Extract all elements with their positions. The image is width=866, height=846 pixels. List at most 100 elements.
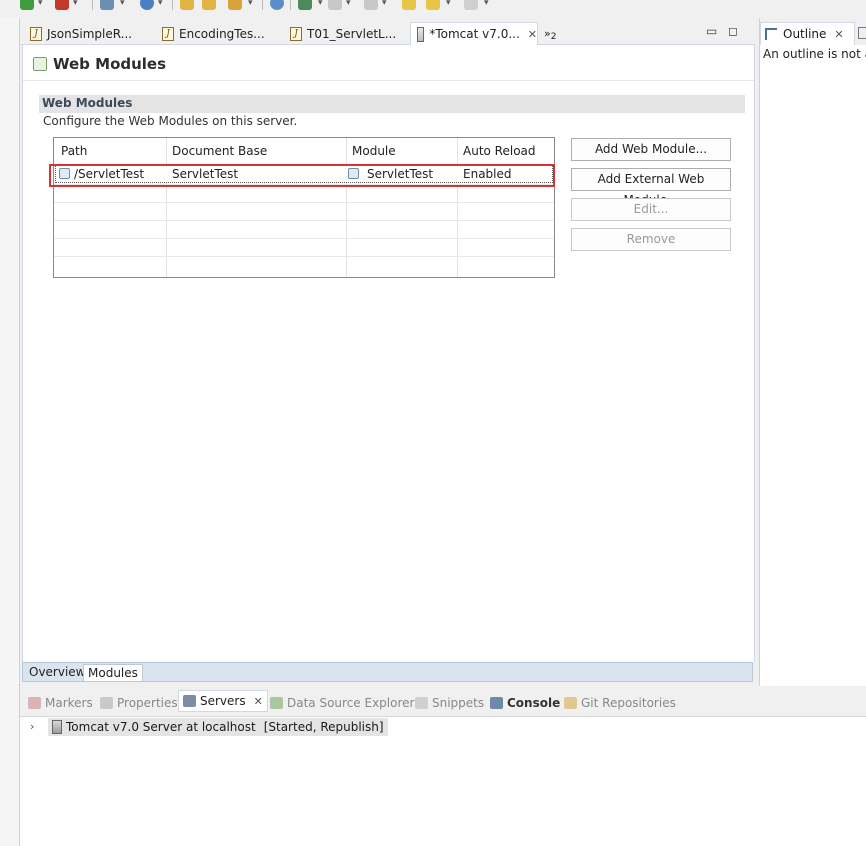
forward-dropdown-icon[interactable]: ▾	[484, 0, 489, 8]
back-history-icon[interactable]	[426, 0, 440, 10]
tab-servers-label: Servers	[200, 694, 246, 708]
outline-tab-bar: Outline ✕	[760, 18, 866, 45]
server-icon	[52, 720, 62, 734]
bottom-view-tabs: Markers Properties Servers ✕ Data Source…	[20, 688, 866, 716]
console-icon	[490, 697, 503, 709]
tab-servers[interactable]: Servers ✕	[178, 690, 268, 712]
java-file-icon: J	[290, 26, 302, 41]
column-header-document-base[interactable]: Document Base	[172, 144, 267, 158]
row-divider	[54, 256, 554, 257]
outline-view: Outline ✕ An outline is not av	[759, 18, 866, 686]
section-description: Configure the Web Modules on this server…	[43, 114, 298, 128]
snippets-icon	[415, 697, 428, 709]
toolbar-separator	[290, 0, 291, 10]
toolbar-separator	[262, 0, 263, 10]
server-tree-item[interactable]: Tomcat v7.0 Server at localhost [Started…	[48, 718, 388, 736]
last-edit-dropdown-icon[interactable]: ▾	[382, 0, 387, 8]
tab-outline[interactable]: Outline ✕	[760, 22, 855, 45]
properties-icon	[100, 697, 113, 709]
markers-icon	[28, 697, 41, 709]
last-edit-icon[interactable]	[364, 0, 378, 10]
outline-tab-label: Outline	[783, 27, 827, 41]
tab-console[interactable]: Console	[490, 694, 560, 712]
editor-tab-t01-servlet[interactable]: J T01_ServletL...	[284, 22, 412, 45]
pin-icon[interactable]	[228, 0, 242, 10]
prev-annotation-icon[interactable]	[328, 0, 342, 10]
column-divider	[346, 138, 347, 277]
maximize-icon[interactable]: ◻	[728, 24, 738, 38]
section-header[interactable]: Web Modules	[39, 95, 745, 113]
next-annotation-icon[interactable]	[298, 0, 312, 10]
globe-icon[interactable]	[270, 0, 284, 10]
java-file-icon: J	[30, 26, 42, 41]
web-service-dropdown-icon[interactable]: ▾	[158, 0, 163, 8]
tab-snippets[interactable]: Snippets	[415, 694, 484, 712]
open-folder-icon[interactable]	[180, 0, 194, 10]
outline-icon	[765, 28, 777, 40]
tab-overflow-button[interactable]: » 2	[540, 22, 564, 45]
back-dropdown-icon[interactable]: ▾	[446, 0, 451, 8]
close-icon[interactable]: ✕	[528, 28, 537, 41]
column-header-module[interactable]: Module	[352, 144, 396, 158]
git-icon	[564, 697, 577, 709]
pin-dropdown-icon[interactable]: ▾	[248, 0, 253, 8]
tab-markers[interactable]: Markers	[28, 694, 93, 712]
tab-data-source-explorer[interactable]: Data Source Explorer	[270, 694, 414, 712]
tab-properties-label: Properties	[117, 696, 178, 710]
tab-snippets-label: Snippets	[432, 696, 485, 710]
editor-tab-jsonsimple[interactable]: J JsonSimpleR...	[24, 22, 152, 45]
tab-markers-label: Markers	[45, 696, 93, 710]
main-toolbar: ▾ ▾ ▾ ▾ ▾ ▾ ▾ ▾ ▾ ▾	[0, 0, 866, 12]
new-server-icon[interactable]	[100, 0, 114, 10]
task-list-icon[interactable]	[858, 27, 866, 39]
editor-tab-tomcat[interactable]: *Tomcat v7.0... ✕	[410, 22, 538, 45]
editor-tab-label: *Tomcat v7.0...	[429, 27, 520, 41]
debug-icon[interactable]	[55, 0, 69, 10]
editor-tab-encodingtest[interactable]: J EncodingTes...	[156, 22, 284, 45]
prev-annotation-dropdown-icon[interactable]: ▾	[346, 0, 351, 8]
server-name: Tomcat v7.0 Server at localhost	[66, 720, 256, 734]
datasource-icon	[270, 697, 283, 709]
next-annotation-dropdown-icon[interactable]: ▾	[318, 0, 323, 8]
tab-data-source-label: Data Source Explorer	[287, 696, 415, 710]
server-status: [Started, Republish]	[263, 720, 384, 734]
java-file-icon: J	[162, 26, 174, 41]
web-service-icon[interactable]	[140, 0, 154, 10]
tab-modules[interactable]: Modules	[83, 664, 143, 681]
close-icon[interactable]: ✕	[834, 28, 843, 41]
new-server-dropdown-icon[interactable]: ▾	[120, 0, 125, 8]
editor-tab-label: JsonSimpleR...	[47, 26, 133, 41]
servers-panel: › Tomcat v7.0 Server at localhost [Start…	[20, 716, 866, 846]
editor-header: Web Modules	[23, 45, 754, 81]
debug-dropdown-icon[interactable]: ▾	[73, 0, 78, 8]
outline-message: An outline is not av	[763, 47, 866, 61]
tab-overflow-chevron: »	[544, 27, 551, 40]
add-external-web-module-button[interactable]: Add External Web Module...	[571, 168, 731, 207]
remove-button[interactable]: Remove	[571, 228, 731, 251]
close-icon[interactable]: ✕	[254, 695, 263, 708]
column-header-path[interactable]: Path	[61, 144, 87, 158]
editor-tab-bar: J JsonSimpleR... J EncodingTes... J T01_…	[20, 18, 755, 45]
server-editor: Web Modules Web Modules Configure the We…	[22, 45, 755, 662]
tab-properties[interactable]: Properties	[100, 694, 178, 712]
minimize-icon[interactable]: ▭	[706, 24, 717, 38]
run-dropdown-icon[interactable]: ▾	[38, 0, 43, 8]
back-icon[interactable]	[402, 0, 416, 10]
column-divider	[166, 138, 167, 277]
tab-git-label: Git Repositories	[581, 696, 676, 710]
tab-console-label: Console	[507, 696, 561, 710]
tab-overflow-count: 2	[550, 31, 557, 42]
edit-button[interactable]: Edit...	[571, 198, 731, 221]
tab-git-repositories[interactable]: Git Repositories	[564, 694, 676, 712]
editor-tab-label: T01_ServletL...	[307, 26, 397, 41]
toolbar-separator	[92, 0, 93, 10]
server-icon	[417, 26, 425, 42]
column-header-auto-reload[interactable]: Auto Reload	[463, 144, 536, 158]
forward-icon[interactable]	[464, 0, 478, 10]
web-modules-table[interactable]: Path Document Base Module Auto Reload /S…	[53, 137, 555, 278]
chevron-right-icon[interactable]: ›	[30, 720, 34, 733]
run-icon[interactable]	[20, 0, 34, 10]
tab-overview[interactable]: Overview	[25, 664, 90, 681]
open-type-icon[interactable]	[202, 0, 216, 10]
add-web-module-button[interactable]: Add Web Module...	[571, 138, 731, 161]
